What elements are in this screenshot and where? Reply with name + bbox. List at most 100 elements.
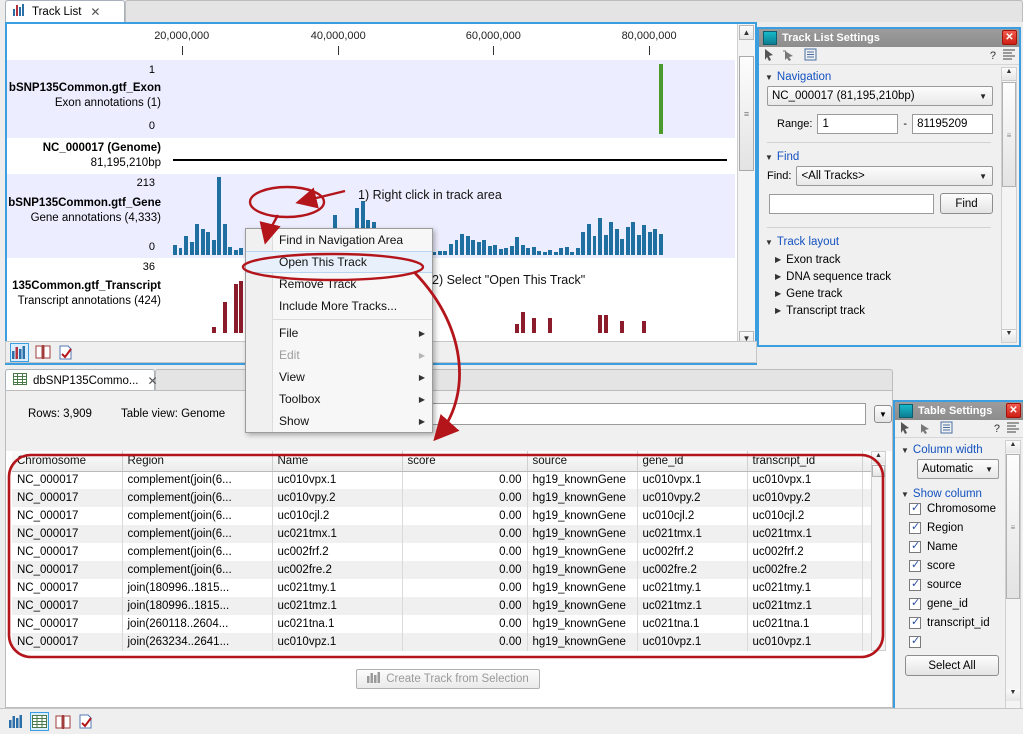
checkbox-icon[interactable] (909, 579, 921, 591)
table-cell: uc021tmz.1 (272, 597, 402, 615)
menu-item-find-in-navigation-area[interactable]: Find in Navigation Area (246, 229, 432, 251)
find-button[interactable]: Find (940, 193, 993, 214)
layout-item-label: Exon track (786, 254, 840, 266)
checkbox-icon[interactable] (909, 503, 921, 515)
pointer-icon[interactable] (899, 421, 912, 437)
table-row[interactable]: NC_000017complement(join(6...uc002frf.20… (12, 543, 886, 561)
track-context-menu[interactable]: Find in Navigation AreaOpen This TrackRe… (245, 228, 433, 433)
scroll-up-icon[interactable]: ▲ (739, 25, 754, 40)
close-icon[interactable]: ✕ (1002, 30, 1017, 45)
table-body[interactable]: NC_000017complement(join(6...uc010vpx.10… (12, 471, 886, 651)
help-icon[interactable]: ? (990, 50, 996, 62)
table-row[interactable]: NC_000017complement(join(6...uc010cjl.20… (12, 507, 886, 525)
table-row[interactable]: NC_000017join(263234..2641...uc010vpz.10… (12, 633, 886, 651)
book-icon[interactable] (34, 344, 51, 361)
table-row[interactable]: NC_000017join(260118..2604...uc021tna.10… (12, 615, 886, 633)
create-track-from-selection-button[interactable]: Create Track from Selection (356, 669, 540, 689)
track-row-dna[interactable]: NC_000017 (Genome) 81,195,210bp (7, 138, 735, 174)
histogram-bar (201, 229, 205, 255)
column-width-select[interactable]: Automatic ▼ (917, 459, 999, 479)
table-row[interactable]: NC_000017complement(join(6...uc010vpx.10… (12, 471, 886, 489)
table-grid-icon[interactable] (31, 713, 48, 730)
layout-item-dna-sequence-track[interactable]: ▶ DNA sequence track (775, 268, 1019, 285)
table-cell: uc002frf.2 (747, 543, 862, 561)
table-cell: NC_000017 (12, 615, 122, 633)
table-row[interactable]: NC_000017complement(join(6...uc002fre.20… (12, 561, 886, 579)
menu-item-view[interactable]: View▶ (246, 366, 432, 388)
table-row[interactable]: NC_000017join(180996..1815...uc021tmy.10… (12, 579, 886, 597)
track-subtitle-transcript: Transcript annotations (424) (18, 295, 161, 307)
data-grid[interactable]: ChromosomeRegionNamescoresourcegene_idtr… (12, 451, 886, 651)
histogram-bar (223, 302, 227, 333)
table-row[interactable]: NC_000017join(180996..1815...uc021tmz.10… (12, 597, 886, 615)
close-icon[interactable]: ✕ (90, 5, 100, 19)
table-row[interactable]: NC_000017complement(join(6...uc010vpy.20… (12, 489, 886, 507)
tab-dbsnp-table[interactable]: dbSNP135Commo... ✕ (5, 369, 155, 391)
checkbox-icon[interactable] (909, 636, 921, 648)
section-navigation[interactable]: ▼ Navigation (765, 71, 1019, 83)
range-end-input[interactable]: 81195209 (912, 114, 993, 134)
find-input[interactable] (769, 194, 934, 214)
menu-icon[interactable] (1003, 49, 1015, 63)
close-icon[interactable]: ✕ (147, 374, 157, 388)
rows-count-label: Rows: 3,909 (28, 408, 92, 420)
table-tabstrip: dbSNP135Commo... ✕ (5, 369, 893, 391)
menu-icon[interactable] (1007, 422, 1019, 436)
menu-item-include-more-tracks[interactable]: Include More Tracks... (246, 295, 432, 317)
menu-item-file[interactable]: File▶ (246, 322, 432, 344)
menu-item-remove-track[interactable]: Remove Track (246, 273, 432, 295)
column-header-source[interactable]: source (527, 451, 637, 471)
pointer-icon[interactable] (763, 48, 776, 64)
track-chart-icon[interactable] (8, 713, 25, 730)
checkbox-icon[interactable] (909, 560, 921, 572)
find-scope-select[interactable]: <All Tracks> ▼ (796, 166, 993, 186)
tab-track-list[interactable]: Track List ✕ (5, 0, 125, 22)
report-icon[interactable] (77, 713, 94, 730)
grid-vertical-scrollbar[interactable]: ▲ (871, 451, 886, 651)
column-header-region[interactable]: Region (122, 451, 272, 471)
range-start-input[interactable]: 1 (817, 114, 898, 134)
help-icon[interactable]: ? (994, 423, 1000, 435)
column-header-name[interactable]: Name (272, 451, 402, 471)
histogram-bar (659, 234, 663, 255)
layout-item-gene-track[interactable]: ▶ Gene track (775, 285, 1019, 302)
select-all-button[interactable]: Select All (905, 655, 999, 676)
column-header-chromosome[interactable]: Chromosome (12, 451, 122, 471)
panel-scrollbar[interactable]: ▲ ≡ ▼ (1001, 67, 1017, 343)
section-find[interactable]: ▼ Find (765, 151, 1019, 163)
chromosome-select[interactable]: NC_000017 (81,195,210bp) ▼ (767, 86, 993, 106)
column-header-score[interactable]: score (402, 451, 527, 471)
table-header-row[interactable]: ChromosomeRegionNamescoresourcegene_idtr… (12, 451, 886, 471)
table-row[interactable]: NC_000017complement(join(6...uc021tmx.10… (12, 525, 886, 543)
pointer-dashed-icon[interactable] (783, 48, 796, 64)
list-settings-icon[interactable] (939, 421, 953, 437)
pointer-dashed-icon[interactable] (919, 421, 932, 437)
column-header-transcript-id[interactable]: transcript_id (747, 451, 862, 471)
histogram-bar (615, 229, 619, 255)
vscroll-thumb[interactable]: ≡ (739, 56, 754, 171)
track-row-exon[interactable]: 1 bSNP135Common.gtf_Exon Exon annotation… (7, 60, 735, 138)
menu-item-toolbox[interactable]: Toolbox▶ (246, 388, 432, 410)
report-icon[interactable] (57, 344, 74, 361)
search-options-dropdown[interactable]: ▼ (874, 405, 892, 423)
book-icon[interactable] (54, 713, 71, 730)
checkbox-icon[interactable] (909, 522, 921, 534)
table-cell: 0.00 (402, 471, 527, 489)
section-show-column-label: Show column (913, 488, 982, 500)
checkbox-icon[interactable] (909, 617, 921, 629)
menu-item-open-this-track[interactable]: Open This Track (246, 251, 432, 273)
vertical-scrollbar[interactable]: ▲ ≡ ▼ (737, 24, 755, 363)
checkbox-icon[interactable] (909, 541, 921, 553)
list-settings-icon[interactable] (803, 48, 817, 64)
checkbox-icon[interactable] (909, 598, 921, 610)
close-icon[interactable]: ✕ (1006, 403, 1021, 418)
track-plot-exon[interactable] (173, 64, 725, 134)
section-track-layout[interactable]: ▼ Track layout (765, 236, 1019, 248)
column-header-gene-id[interactable]: gene_id (637, 451, 747, 471)
layout-item-exon-track[interactable]: ▶ Exon track (775, 251, 1019, 268)
track-chart-icon[interactable] (11, 344, 28, 361)
panel-scrollbar[interactable]: ▲ ≡ ▼ (1005, 440, 1021, 730)
menu-item-show[interactable]: Show▶ (246, 410, 432, 432)
layout-item-transcript-track[interactable]: ▶ Transcript track (775, 302, 1019, 319)
histogram-bar (642, 225, 646, 255)
